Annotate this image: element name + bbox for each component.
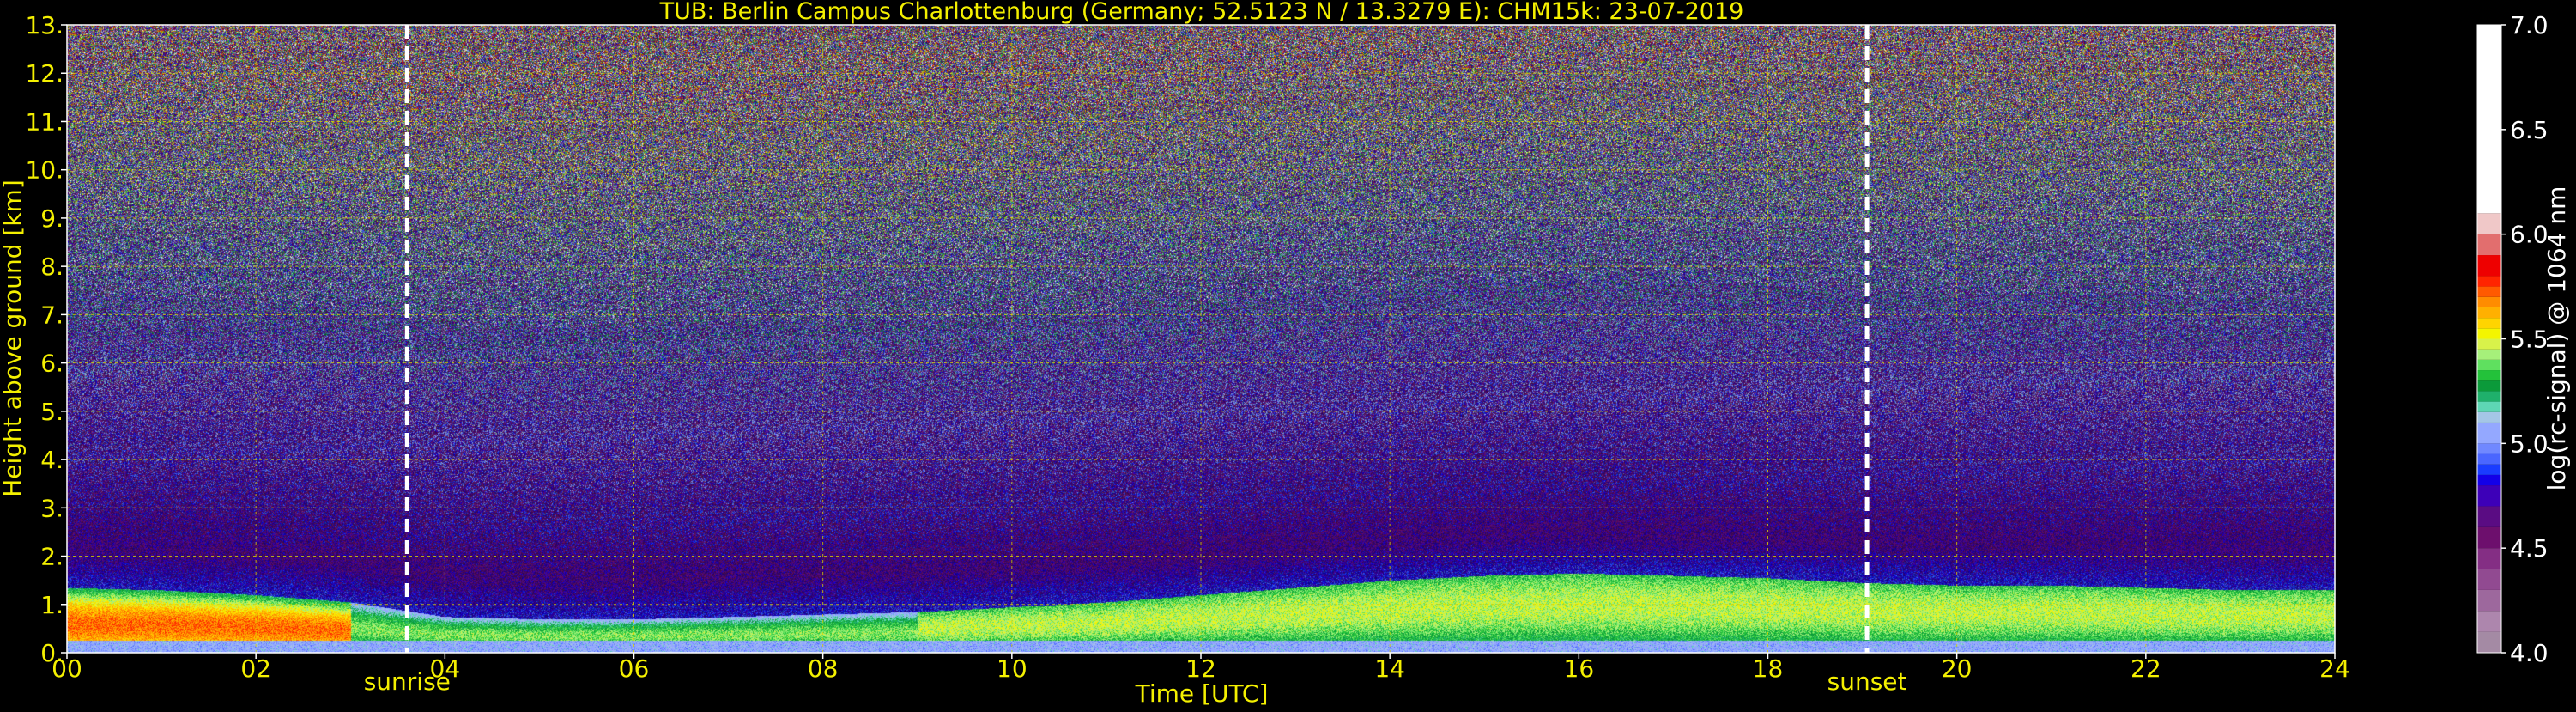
- colorbar-segment: [2477, 611, 2501, 632]
- y-tick-label: 13.: [25, 11, 64, 40]
- backscatter-chart: 00 02 04 06 08 10 12 14 16 18 20 22 24 0.1.2.3.4.5.6…: [0, 0, 2571, 708]
- colorbar-segment: [2477, 391, 2501, 402]
- colorbar-label: log(rc-signal) @ 1064 nm: [2543, 186, 2571, 491]
- colorbar-tick-label: 7.0: [2510, 11, 2549, 40]
- colorbar-segment: [2477, 328, 2501, 339]
- colorbar-tick-label: 6.5: [2510, 116, 2549, 144]
- colorbar-segment: [2477, 443, 2501, 454]
- x-tick-label: 06: [619, 654, 650, 683]
- colorbar-segment: [2477, 234, 2501, 256]
- y-tick-label: 1.: [40, 591, 64, 619]
- y-tick-label: 9.: [40, 204, 64, 233]
- x-tick-label: 10: [997, 654, 1027, 683]
- colorbar-segment: [2477, 474, 2501, 486]
- colorbar-segment: [2477, 318, 2501, 329]
- y-tick-label: 2.: [40, 543, 64, 571]
- y-tick-label: 8.: [40, 253, 64, 281]
- sunrise-label: sunrise: [364, 667, 451, 696]
- colorbar-segment: [2477, 506, 2501, 527]
- chart-title: TUB: Berlin Campus Charlottenburg (Germa…: [659, 0, 1744, 25]
- colorbar-segment: [2477, 296, 2501, 307]
- sunset-label: sunset: [1827, 667, 1907, 696]
- x-tick-label: 16: [1564, 654, 1595, 683]
- ceilometer-figure: 00 02 04 06 08 10 12 14 16 18 20 22 24 0. 1. 2. 3. 4. 5. 6…: [0, 0, 2576, 708]
- y-tick-label: 11.: [25, 107, 64, 136]
- colorbar: 4.04.55.05.56.06.57.0 log(rc-signal) @ 1…: [2476, 11, 2571, 667]
- y-tick-label: 5.: [40, 398, 64, 426]
- y-tick-label: 4.: [40, 446, 64, 474]
- colorbar-segment: [2477, 631, 2501, 653]
- plot-area: [67, 25, 2335, 653]
- colorbar-segment: [2477, 286, 2501, 297]
- x-tick-label: 20: [1942, 654, 1973, 683]
- x-tick-label: 24: [2319, 654, 2350, 683]
- x-tick-label: 14: [1374, 654, 1405, 683]
- y-tick-label: 6.: [40, 350, 64, 378]
- colorbar-segment: [2477, 464, 2501, 475]
- x-tick-label: 18: [1753, 654, 1784, 683]
- x-axis-label: Time [UTC]: [1135, 679, 1269, 708]
- y-axis-label: Height above ground [km]: [0, 180, 27, 497]
- colorbar-segment: [2477, 411, 2501, 423]
- x-tick-label: 02: [240, 654, 271, 683]
- colorbar-segment: [2477, 213, 2501, 234]
- colorbar-ticks: 4.04.55.05.56.06.57.0: [2501, 11, 2549, 667]
- colorbar-segment: [2477, 25, 2501, 214]
- y-tick-label: 3.: [40, 494, 64, 522]
- y-tick-label: 0.: [40, 639, 64, 667]
- colorbar-tick-label: 4.5: [2510, 534, 2549, 563]
- colorbar-segment: [2477, 569, 2501, 590]
- colorbar-segments: [2477, 25, 2501, 653]
- x-tick-label: 22: [2131, 654, 2161, 683]
- colorbar-segment: [2477, 276, 2501, 287]
- colorbar-segment: [2477, 307, 2501, 319]
- colorbar-segment: [2477, 401, 2501, 412]
- colorbar-segment: [2477, 349, 2501, 360]
- colorbar-segment: [2477, 422, 2501, 444]
- colorbar-tick-label: 4.0: [2510, 639, 2549, 667]
- colorbar-segment: [2477, 548, 2501, 569]
- y-axis-ticks: 0. 1. 2. 3. 4. 5. 6. 7. 8. 9. 10. 11. 12. 13.: [25, 11, 67, 667]
- colorbar-segment: [2477, 453, 2501, 465]
- y-tick-label: 10.: [25, 156, 64, 185]
- colorbar-segment: [2477, 338, 2501, 350]
- y-tick-label: 12.: [25, 59, 64, 88]
- colorbar-segment: [2477, 370, 2501, 381]
- colorbar-segment: [2477, 359, 2501, 371]
- colorbar-segment: [2477, 589, 2501, 612]
- colorbar-segment: [2477, 526, 2501, 549]
- y-tick-label: 7.: [40, 301, 64, 329]
- x-tick-label: 08: [808, 654, 839, 683]
- colorbar-segment: [2477, 380, 2501, 392]
- colorbar-segment: [2477, 485, 2501, 507]
- colorbar-segment: [2477, 255, 2501, 277]
